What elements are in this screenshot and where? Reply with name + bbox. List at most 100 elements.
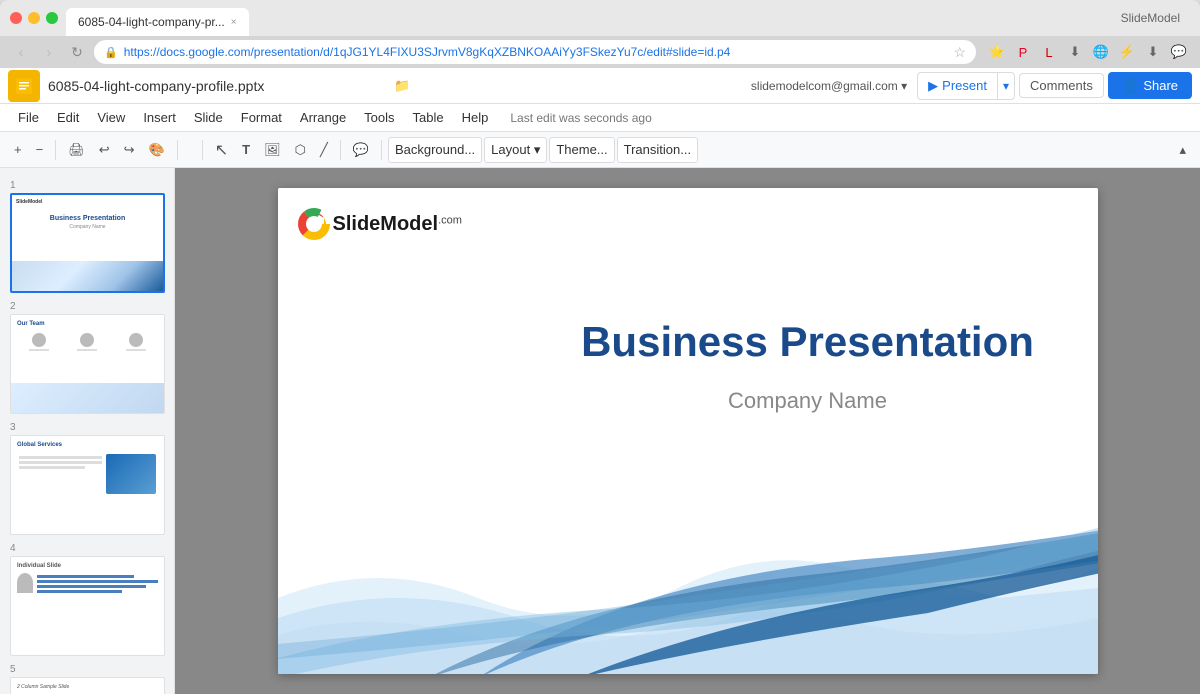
title-bar: 6085-04-light-company-pr... × SlideModel (0, 0, 1200, 36)
close-button[interactable] (10, 12, 22, 24)
slide-thumbnail-2[interactable]: 2 Our Team (0, 297, 174, 418)
pinterest-icon[interactable]: P (1012, 41, 1034, 63)
transition-button[interactable]: Transition... (617, 137, 698, 163)
slide-logo-area: SlideModel.com (298, 208, 462, 240)
slide-number-3: 3 (10, 422, 164, 433)
slide-thumb-1: SlideModel Business Presentation Company… (10, 193, 165, 293)
layout-label: Layout ▾ (491, 142, 540, 158)
main-content: 1 SlideModel Business Presentation Compa… (0, 168, 1200, 694)
menu-insert[interactable]: Insert (135, 107, 184, 128)
slide-thumbnail-5[interactable]: 5 2 Column Sample Slide (0, 660, 174, 694)
browser-window: 6085-04-light-company-pr... × SlideModel… (0, 0, 1200, 694)
text-tool-button[interactable]: T (236, 137, 256, 163)
reload-icon: ↻ (71, 44, 83, 61)
minimize-button[interactable] (28, 12, 40, 24)
slidemodel-app-label: SlideModel (1121, 11, 1190, 25)
app-bar: 6085-04-light-company-profile.pptx 📁 sli… (0, 68, 1200, 104)
slide-number-5: 5 (10, 664, 164, 675)
background-button[interactable]: Background... (388, 137, 482, 163)
zoom-out-button[interactable]: − (30, 137, 50, 163)
line-tool-button[interactable]: ╱ (314, 137, 334, 163)
menu-format[interactable]: Format (233, 107, 290, 128)
slide-subtitle[interactable]: Company Name (558, 388, 1058, 414)
toolbar-separator-4 (340, 140, 341, 160)
transition-label: Transition... (624, 142, 691, 157)
download-icon[interactable]: ⬇ (1064, 41, 1086, 63)
thumb-logo-sm-1: SlideModel (16, 199, 42, 205)
tab-title: 6085-04-light-company-pr... (78, 15, 225, 29)
reload-button[interactable]: ↻ (66, 41, 88, 63)
zoom-in-button[interactable]: + (8, 137, 28, 163)
extension5-icon[interactable]: 💬 (1168, 41, 1190, 63)
menu-view[interactable]: View (89, 107, 133, 128)
menu-table[interactable]: Table (405, 107, 452, 128)
slidemodel-logo-icon (298, 208, 330, 240)
present-dropdown-button[interactable]: ▾ (997, 72, 1015, 100)
thumb-team-row (15, 329, 160, 355)
slide-number-2: 2 (10, 301, 164, 312)
forward-button[interactable]: › (38, 41, 60, 63)
thumb-label-5: 2 Column Sample Slide (15, 682, 160, 692)
address-bar[interactable]: 🔒 https://docs.google.com/presentation/d… (94, 40, 976, 64)
present-chevron-icon: ▾ (1003, 79, 1009, 93)
thumb-label-4: Individual Slide (15, 561, 160, 571)
google-slides-logo (8, 70, 40, 102)
paint-format-button[interactable]: 🎨 (143, 137, 171, 163)
last-edit-status: Last edit was seconds ago (510, 111, 651, 125)
menu-edit[interactable]: Edit (49, 107, 87, 128)
slide-thumb-3: Global Services (10, 435, 165, 535)
maximize-button[interactable] (46, 12, 58, 24)
shapes-tool-button[interactable]: ⬡ (289, 137, 312, 163)
slide-thumb-4: Individual Slide (10, 556, 165, 656)
slides-toolbar: + − 🖨 ↩ ↪ 🎨 ↖ T 🖼 ⬡ ╱ 💬 Background... La… (0, 132, 1200, 168)
extension4-icon[interactable]: ⬇ (1142, 41, 1164, 63)
canvas-area: SlideModel.com Business Presentation Com… (175, 168, 1200, 694)
tab-close-button[interactable]: × (231, 17, 237, 28)
comments-label: Comments (1030, 78, 1093, 93)
slide-thumb-2: Our Team (10, 314, 165, 414)
menu-file[interactable]: File (10, 107, 47, 128)
menu-slide[interactable]: Slide (186, 107, 231, 128)
collapse-panel-button[interactable]: ▴ (1173, 137, 1192, 163)
extensions-icon[interactable]: ⭐ (986, 41, 1008, 63)
slide-thumbnail-4[interactable]: 4 Individual Slide (0, 539, 174, 660)
folder-icon[interactable]: 📁 (394, 78, 410, 94)
menu-help[interactable]: Help (454, 107, 497, 128)
menu-arrange[interactable]: Arrange (292, 107, 354, 128)
slide-thumbnail-3[interactable]: 3 Global Services (0, 418, 174, 539)
forward-icon: › (47, 44, 52, 60)
slide-canvas[interactable]: SlideModel.com Business Presentation Com… (278, 188, 1098, 674)
back-button[interactable]: ‹ (10, 41, 32, 63)
browser-tab[interactable]: 6085-04-light-company-pr... × (66, 8, 249, 36)
zoom-percentage-button[interactable] (184, 137, 196, 163)
readwise-icon[interactable]: L (1038, 41, 1060, 63)
slide-thumbnail-1[interactable]: 1 SlideModel Business Presentation Compa… (0, 176, 174, 297)
wave-svg (278, 478, 1098, 674)
redo-button[interactable]: ↪ (118, 137, 141, 163)
image-tool-button[interactable]: 🖼 (258, 137, 287, 163)
comments-button[interactable]: Comments (1019, 73, 1104, 98)
document-title[interactable]: 6085-04-light-company-profile.pptx (48, 78, 388, 94)
layout-button[interactable]: Layout ▾ (484, 137, 547, 163)
slides-panel: 1 SlideModel Business Presentation Compa… (0, 168, 175, 694)
toolbar-separator-5 (381, 140, 382, 160)
print-button[interactable]: 🖨 (62, 137, 91, 163)
theme-button[interactable]: Theme... (549, 137, 614, 163)
toolbar-separator-3 (202, 140, 203, 160)
thumb-label-3: Global Services (15, 440, 160, 450)
address-bar-row: ‹ › ↻ 🔒 https://docs.google.com/presenta… (0, 36, 1200, 68)
share-button[interactable]: 👤 Share (1108, 72, 1192, 99)
undo-button[interactable]: ↩ (93, 137, 116, 163)
thumb-wave-1 (12, 261, 163, 291)
extension3-icon[interactable]: ⚡ (1116, 41, 1138, 63)
bookmark-icon[interactable]: ☆ (953, 44, 966, 61)
slide-main-title[interactable]: Business Presentation (558, 318, 1058, 366)
extension2-icon[interactable]: 🌐 (1090, 41, 1112, 63)
theme-label: Theme... (556, 142, 607, 157)
comment-button[interactable]: 💬 (347, 137, 375, 163)
menu-tools[interactable]: Tools (356, 107, 402, 128)
present-button[interactable]: ▶ Present (917, 72, 997, 100)
thumb-label-2: Our Team (15, 319, 160, 329)
select-tool-button[interactable]: ↖ (209, 137, 234, 163)
user-email[interactable]: slidemodelcom@gmail.com ▾ (751, 79, 907, 93)
